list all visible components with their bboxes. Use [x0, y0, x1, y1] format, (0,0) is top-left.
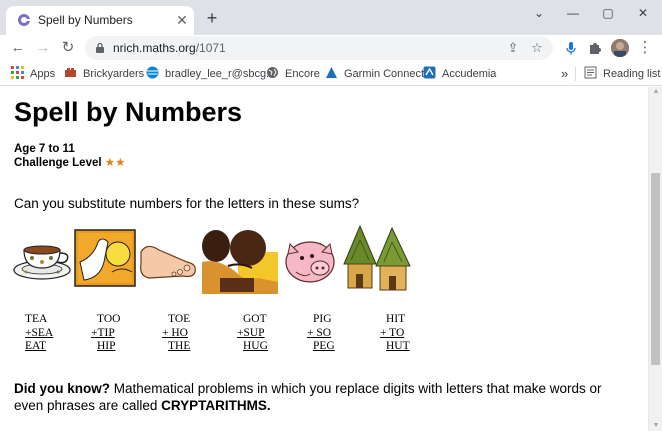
challenge-level: Challenge Level ★★ — [14, 155, 125, 169]
bookmark-label: bradley_lee_r@sbcg... — [165, 68, 276, 80]
sum-hit: HIT + TO HUT — [380, 313, 440, 354]
bookmark-label: Apps — [30, 68, 56, 80]
sum-line-3: THE — [168, 340, 191, 352]
bookmark-encore[interactable]: Encore — [266, 66, 320, 82]
reading-list-icon — [584, 66, 597, 79]
close-window-button[interactable]: ✕ — [630, 4, 656, 22]
huts-picture — [343, 224, 411, 291]
scroll-up-arrow-icon[interactable]: ▲ — [652, 88, 660, 95]
cryptarithms-term: CRYPTARITHMS. — [161, 398, 271, 413]
bookmark-accudemia[interactable]: Accudemia — [423, 66, 496, 82]
sum-toe: TOE + HO THE — [162, 313, 222, 354]
bookmark-label: Garmin Connect — [344, 68, 425, 80]
tab-title: Spell by Numbers — [38, 13, 133, 27]
sum-pig: PIG + SO PEG — [307, 313, 367, 354]
microphone-icon[interactable] — [562, 39, 580, 57]
globe-icon — [267, 67, 278, 78]
reading-list-label: Reading list — [603, 68, 661, 80]
bookmarks-bar: Apps Brickyarders bradley_lee_r@sbcg... … — [0, 61, 662, 86]
menu-kebab-icon[interactable]: ⋮ — [636, 39, 654, 57]
garmin-icon — [326, 67, 337, 78]
tab-strip: Spell by Numbers ✕ + ⌄ — ▢ ✕ — [0, 0, 662, 35]
sum-line-2: + HO — [162, 326, 188, 339]
bookmarks-divider — [575, 67, 576, 81]
back-button[interactable]: ← — [8, 38, 28, 58]
share-icon[interactable]: ⇪ — [505, 40, 521, 56]
sum-line-2: + SO — [307, 326, 332, 339]
bookmark-label: Brickyarders — [83, 68, 145, 80]
toe-xray-picture — [74, 229, 136, 287]
accudemia-icon — [423, 66, 436, 79]
sum-line-1: TEA — [25, 313, 48, 325]
bookmark-label: Encore — [285, 68, 320, 80]
bookmarks-overflow-button[interactable]: » — [561, 66, 568, 82]
scroll-down-arrow-icon[interactable]: ▼ — [652, 422, 660, 429]
sum-line-3: HUT — [386, 340, 410, 352]
reading-list-button[interactable]: Reading list — [584, 66, 660, 82]
browser-window: Spell by Numbers ✕ + ⌄ — ▢ ✕ ← → ↻ nrich… — [0, 0, 662, 431]
page-content: Spell by Numbers Age 7 to 11 Challenge L… — [0, 87, 648, 431]
sum-line-3: HUG — [243, 340, 268, 352]
sum-line-2: +TIP — [91, 326, 115, 339]
browser-tab[interactable]: Spell by Numbers ✕ — [6, 6, 194, 35]
nrich-favicon-icon — [18, 14, 30, 26]
lock-icon[interactable] — [94, 42, 106, 54]
brick-icon — [65, 68, 76, 77]
minimize-button[interactable]: — — [560, 4, 586, 22]
bookmark-label: Accudemia — [442, 68, 497, 80]
sum-line-2: + TO — [380, 326, 405, 339]
profile-avatar[interactable] — [611, 39, 629, 57]
bookmark-star-icon[interactable]: ☆ — [529, 40, 545, 56]
age-range: Age 7 to 11 — [14, 143, 75, 155]
sum-tea: TEA +SEA EAT — [25, 313, 85, 354]
foot-picture — [140, 245, 196, 279]
reload-button[interactable]: ↻ — [58, 38, 78, 58]
extensions-puzzle-icon[interactable] — [586, 39, 604, 57]
att-icon — [146, 66, 159, 79]
sum-line-1: PIG — [313, 313, 332, 325]
tab-close-icon[interactable]: ✕ — [174, 12, 190, 28]
sum-got: GOT +SUP HUG — [237, 313, 297, 354]
sum-line-3: HIP — [97, 340, 116, 352]
url-text[interactable]: nrich.maths.org/1071 — [113, 41, 226, 55]
new-tab-button[interactable]: + — [203, 9, 221, 27]
bookmark-brickyarders[interactable]: Brickyarders — [64, 66, 144, 82]
question-text: Can you substitute numbers for the lette… — [14, 196, 360, 211]
apps-grid-icon — [11, 66, 24, 79]
challenge-stars: ★★ — [104, 157, 126, 169]
bookmark-att-mail[interactable]: bradley_lee_r@sbcg... — [146, 66, 275, 82]
did-you-know-paragraph: Did you know? Mathematical problems in w… — [14, 380, 634, 414]
sum-line-1: GOT — [243, 313, 267, 325]
sum-line-2: +SUP — [237, 326, 265, 339]
bookmark-apps[interactable]: Apps — [11, 66, 55, 82]
forward-button[interactable]: → — [33, 38, 53, 58]
tab-search-icon[interactable]: ⌄ — [526, 4, 552, 22]
sum-line-3: PEG — [313, 340, 335, 352]
maximize-button[interactable]: ▢ — [595, 4, 621, 22]
sum-line-1: HIT — [386, 313, 406, 325]
page-title: Spell by Numbers — [14, 97, 243, 127]
pig-picture — [285, 241, 335, 283]
sum-line-1: TOO — [97, 313, 121, 325]
address-bar[interactable]: nrich.maths.org/1071 ⇪ ☆ — [85, 36, 553, 60]
sum-too: TOO +TIP HIP — [91, 313, 151, 354]
sum-line-2: +SEA — [25, 326, 54, 339]
sum-line-3: EAT — [25, 340, 47, 352]
toolbar: ← → ↻ nrich.maths.org/1071 ⇪ ☆ ⋮ — [0, 35, 662, 61]
sum-line-1: TOE — [168, 313, 191, 325]
did-you-know-lead: Did you know? — [14, 381, 110, 396]
page-scrollbar[interactable]: ▲ ▼ — [648, 87, 662, 431]
scrollbar-thumb[interactable] — [651, 173, 660, 365]
challenge-label: Challenge Level — [14, 157, 102, 169]
hug-picture — [202, 230, 278, 294]
bookmark-garmin[interactable]: Garmin Connect — [325, 66, 424, 82]
tea-cup-picture — [13, 245, 71, 280]
